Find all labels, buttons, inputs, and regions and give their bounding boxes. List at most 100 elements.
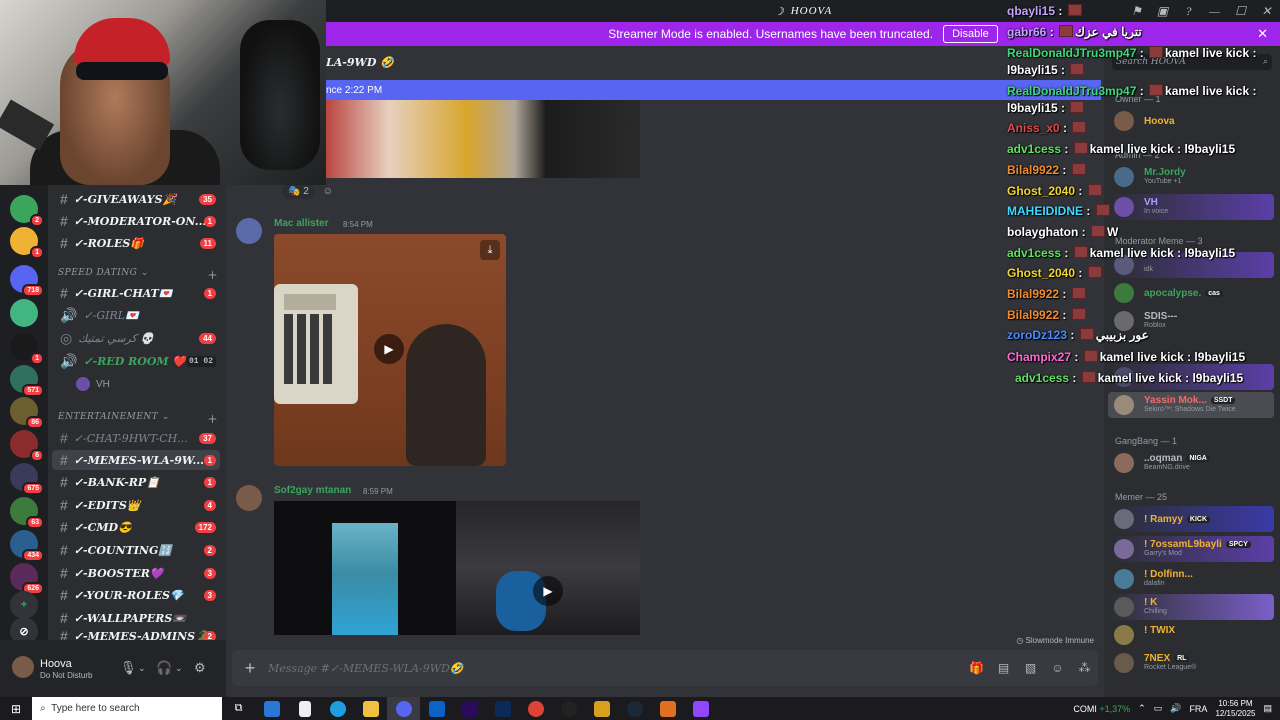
video-attachment-left[interactable] xyxy=(274,501,456,635)
avatar[interactable] xyxy=(236,218,262,244)
category-speed-dating[interactable]: SPEED DATING ⌄ + xyxy=(58,268,218,282)
server-icon[interactable]: 63 xyxy=(10,497,44,529)
message-author[interactable]: Mac allister xyxy=(274,218,328,229)
server-icon[interactable]: 434 xyxy=(10,530,44,562)
server-icon[interactable]: 6 xyxy=(10,430,44,462)
add-reaction-icon[interactable]: ☺ xyxy=(323,186,333,197)
channel-memes[interactable]: # ✓-MEMES-WLA-9W... 1 xyxy=(52,450,220,470)
emoji-icon[interactable]: ☺ xyxy=(1044,661,1071,675)
reaction-pill[interactable]: 🎭 2 xyxy=(282,184,315,199)
folder-icon[interactable] xyxy=(354,697,387,720)
webcam-overlay xyxy=(0,0,326,185)
clock[interactable]: 10:56 PM 12/15/2025 xyxy=(1215,699,1255,719)
volume-icon[interactable]: 🔊 xyxy=(1170,703,1181,714)
add-channel-icon[interactable]: + xyxy=(207,412,218,426)
avatar[interactable] xyxy=(12,656,34,678)
video-attachment-right[interactable]: ▶ xyxy=(456,501,640,635)
server-icon[interactable] xyxy=(10,299,38,327)
stock-widget[interactable]: COMI +1,37% xyxy=(1073,704,1130,714)
previous-image-attachment[interactable] xyxy=(326,100,640,178)
file-icon[interactable] xyxy=(288,697,321,720)
app-icon[interactable] xyxy=(651,697,684,720)
channel-chat[interactable]: # ✓-CHAT-9HWT-CH... 37 xyxy=(52,428,220,448)
video-attachment[interactable]: ▶ ⤓ xyxy=(274,234,506,466)
add-server-icon[interactable]: + xyxy=(10,591,38,619)
channel-your-roles[interactable]: # ✓-YOUR-ROLES💎 3 xyxy=(52,585,220,605)
play-icon[interactable]: ▶ xyxy=(533,576,563,606)
channel-cmd[interactable]: # ✓-CMD😎 172 xyxy=(52,517,220,537)
disable-button[interactable]: Disable xyxy=(943,25,998,43)
gift-icon[interactable]: 🎁 xyxy=(963,661,990,675)
channel-giveaways[interactable]: # ✓-GIVEAWAYS🎉 35 xyxy=(52,189,220,209)
member-item[interactable]: ! K Chilling xyxy=(1108,594,1274,620)
emote-icon xyxy=(1081,371,1096,383)
channel-edits[interactable]: # ✓-EDITS👑 4 xyxy=(52,495,220,515)
voice-user[interactable]: VH xyxy=(76,377,110,391)
server-icon[interactable]: 571 xyxy=(10,365,44,397)
emote-icon xyxy=(1149,46,1164,58)
language-indicator[interactable]: FRA xyxy=(1189,704,1207,714)
server-icon[interactable]: 1 xyxy=(10,227,44,259)
app-icon[interactable] xyxy=(585,697,618,720)
new-messages-bar[interactable]: nce 2:22 PM xyxy=(326,80,1101,100)
member-item[interactable]: ! Ramyy KICK xyxy=(1108,506,1274,532)
hash-icon: # xyxy=(60,542,68,558)
chrome-icon[interactable] xyxy=(519,697,552,720)
channel-moderator[interactable]: # ✓-MODERATOR-ON... 1 xyxy=(52,211,220,231)
member-item[interactable]: 7NEX RL Rocket League® xyxy=(1108,650,1274,676)
server-icon[interactable]: 675 xyxy=(10,463,44,495)
windows-start-icon[interactable]: ⊞ xyxy=(0,702,32,716)
headset-icon[interactable]: 🎧 xyxy=(156,660,172,676)
emote-icon xyxy=(1095,204,1110,216)
channel-roles[interactable]: # ✓-ROLES🎁 11 xyxy=(52,233,220,253)
photoshop-icon[interactable] xyxy=(486,697,519,720)
taskbar-search[interactable]: ⌕ Type here to search xyxy=(32,697,222,720)
chevron-up-icon[interactable]: ⌃ xyxy=(1138,703,1146,714)
channel-booster[interactable]: # ✓-BOOSTER💜 3 xyxy=(52,563,220,583)
member-item[interactable]: ! 7ossamL9bayli SPCY Garry's Mod xyxy=(1108,536,1274,562)
message-input[interactable]: Message #✓-MEMES-WLA-9WD🤣 xyxy=(268,662,963,675)
member-item[interactable]: ..oqman NIGA BeamNG.drive xyxy=(1108,450,1274,476)
server-icon[interactable]: 1 xyxy=(10,333,44,365)
message-author[interactable]: Sof2gay mtanan xyxy=(274,485,351,496)
keypad-image xyxy=(274,284,358,404)
channel-bank-rp[interactable]: # ✓-BANK-RP📋 1 xyxy=(52,472,220,492)
premiere-icon[interactable] xyxy=(453,697,486,720)
member-item[interactable]: ! TWIX xyxy=(1108,622,1274,648)
download-icon[interactable]: ⤓ xyxy=(480,240,500,260)
task-view-icon[interactable]: ⧉ xyxy=(222,697,255,720)
add-attachment-icon[interactable]: + xyxy=(232,658,268,679)
server-icon[interactable]: 86 xyxy=(10,397,44,429)
add-channel-icon[interactable]: + xyxy=(207,268,218,282)
obs-icon[interactable] xyxy=(552,697,585,720)
microphone-icon[interactable]: 🎙 xyxy=(120,660,137,676)
server-icon[interactable]: 718 xyxy=(10,265,44,297)
discord-icon[interactable] xyxy=(387,697,420,720)
avatar[interactable] xyxy=(236,485,262,511)
gif-icon[interactable]: ▤ xyxy=(990,661,1017,675)
notification-icon[interactable]: ▤ xyxy=(1263,703,1272,714)
channel-counting[interactable]: # ✓-COUNTING🔢 2 xyxy=(52,540,220,560)
channel-red-room[interactable]: 🔊 ✓-RED ROOM ❤️ 01 02 xyxy=(52,351,220,371)
hash-icon: # xyxy=(60,497,68,513)
chevron-down-icon[interactable]: ⌄ xyxy=(175,663,183,674)
network-icon[interactable]: ▭ xyxy=(1154,703,1163,714)
server-icon[interactable]: 626 xyxy=(10,563,44,595)
channel-wallpapers[interactable]: # ✓-WALLPAPERS📼 xyxy=(52,608,220,628)
twitch-icon[interactable] xyxy=(684,697,717,720)
apps-icon[interactable]: ⁂ xyxy=(1071,661,1098,675)
chevron-down-icon[interactable]: ⌄ xyxy=(138,663,146,674)
channel-girl[interactable]: 🔊 ✓-GIRL💌 xyxy=(52,305,220,325)
sticker-icon[interactable]: ▧ xyxy=(1017,661,1044,675)
category-entertainment[interactable]: ENTERTAINEMENT ⌄ + xyxy=(58,412,218,426)
steam-icon[interactable] xyxy=(618,697,651,720)
channel-girl-chat[interactable]: # ✓-GIRL-CHAT💌 1 xyxy=(52,283,220,303)
outlook-icon[interactable] xyxy=(420,697,453,720)
play-icon[interactable]: ▶ xyxy=(374,334,404,364)
store-icon[interactable] xyxy=(255,697,288,720)
channel-arabic[interactable]: ◎ كرسي تمتيك 💀 44 xyxy=(52,328,220,348)
edge-icon[interactable] xyxy=(321,697,354,720)
gear-icon[interactable]: ⚙ xyxy=(194,660,206,676)
server-icon[interactable]: 2 xyxy=(10,195,44,227)
member-item[interactable]: ! Dolfinn... dalafin xyxy=(1108,566,1274,592)
